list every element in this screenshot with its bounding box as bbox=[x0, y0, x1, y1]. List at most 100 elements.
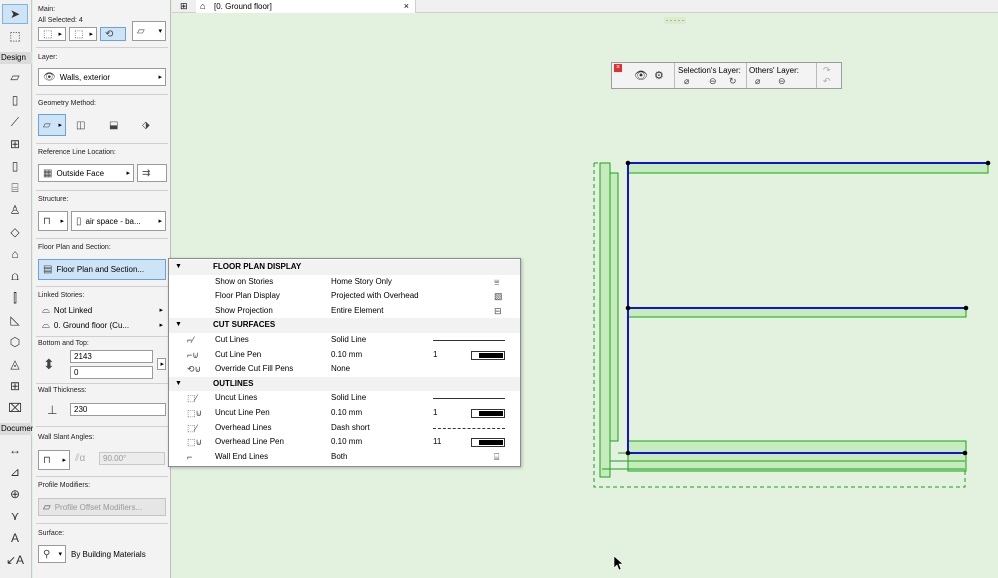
row-cut-line-pen[interactable]: ⌐⊍ Cut Line Pen 0.10 mm 1 bbox=[169, 348, 520, 363]
selection-unlock-icon[interactable]: ↻ bbox=[729, 76, 737, 87]
node-bottom-left[interactable] bbox=[625, 450, 631, 456]
row-show-on-stories[interactable]: Show on Stories Home Story Only ⩸ bbox=[169, 275, 520, 290]
pen-swatch[interactable] bbox=[471, 438, 505, 448]
palette-close-icon[interactable]: × bbox=[614, 64, 622, 72]
bottom-field[interactable]: 0 bbox=[70, 366, 153, 379]
wall-bottom[interactable] bbox=[627, 440, 967, 472]
label-tool-icon[interactable]: ↙A bbox=[2, 550, 28, 570]
top-field[interactable]: 2143 bbox=[70, 350, 153, 363]
node-mid-left[interactable] bbox=[625, 305, 631, 311]
level-dim-tool-icon[interactable]: ⊿ bbox=[2, 462, 28, 482]
tab-list-icon[interactable]: ⊞ bbox=[180, 1, 188, 12]
section-outlines[interactable]: ▼ OUTLINES bbox=[169, 376, 520, 392]
pen-swatch[interactable] bbox=[471, 409, 505, 418]
door-tool-icon[interactable]: ▯ bbox=[2, 156, 28, 176]
wall-top[interactable] bbox=[627, 162, 989, 174]
row-uncut-line-pen[interactable]: ⬚⊍ Uncut Line Pen 0.10 mm 1 bbox=[169, 406, 520, 421]
wall-tool-icon[interactable]: ▱ bbox=[2, 67, 28, 87]
select-mode-button[interactable]: ⬚ ▸ bbox=[38, 27, 66, 41]
geometry-trapezoid-button[interactable]: ⬓ bbox=[105, 114, 131, 136]
others-lock-icon[interactable]: ⊖ bbox=[778, 76, 786, 87]
magic-wand-button[interactable]: ⟲ bbox=[100, 27, 126, 41]
height-options-button[interactable]: ▸ bbox=[157, 358, 166, 370]
layer-dropdown[interactable]: 👁 Walls, exterior ▸ bbox=[38, 68, 166, 86]
selection-lock-icon[interactable]: ⊖ bbox=[709, 76, 717, 87]
section-cut-surfaces[interactable]: ▼ CUT SURFACES bbox=[169, 318, 520, 333]
window-tool-icon[interactable]: ⊞ bbox=[2, 134, 28, 154]
radial-dim-tool-icon[interactable]: ⊕ bbox=[2, 484, 28, 504]
roof-tool-icon[interactable]: ⌂ bbox=[2, 244, 28, 264]
slab-tool-icon[interactable]: ◇ bbox=[2, 222, 28, 242]
eye-icon: 👁 bbox=[43, 71, 56, 83]
structure-dropdown[interactable]: ▯ air space - ba... ▸ bbox=[71, 211, 166, 231]
selection-hide-icon[interactable]: ⌀ bbox=[684, 76, 689, 87]
collapse-triangle-icon[interactable]: ▼ bbox=[175, 318, 182, 333]
row-override-cut-fill-pens[interactable]: ⟲⊍ Override Cut Fill Pens None bbox=[169, 362, 520, 377]
geometry-straight-button[interactable]: ▱ ▸ bbox=[38, 114, 66, 136]
zone-tool-icon[interactable]: ◬ bbox=[2, 354, 28, 374]
section-floor-plan-display[interactable]: ▼ FLOOR PLAN DISPLAY bbox=[169, 260, 520, 275]
row-overhead-line-pen[interactable]: ⬚⊍ Overhead Line Pen 0.10 mm 11 bbox=[169, 435, 520, 450]
text-tool-icon[interactable]: A bbox=[2, 528, 28, 548]
node-top-right[interactable] bbox=[985, 160, 991, 166]
railing-tool-icon[interactable]: ⊞ bbox=[2, 376, 28, 396]
curtain-wall-tool-icon[interactable]: ⫿ bbox=[2, 288, 28, 308]
uncut-pen-icon: ⬚⊍ bbox=[187, 408, 203, 418]
angle-dim-tool-icon[interactable]: ⋎ bbox=[2, 506, 28, 526]
close-icon[interactable]: × bbox=[404, 0, 409, 13]
row-uncut-lines[interactable]: ⬚⁄ Uncut Lines Solid Line bbox=[169, 391, 520, 406]
geometry-polygonal-button[interactable]: ⬗ bbox=[138, 114, 164, 136]
material-icon: ⚲ bbox=[43, 548, 51, 560]
flip-refline-button[interactable]: ⇉ bbox=[137, 164, 167, 182]
row-wall-end-lines[interactable]: ⌐ Wall End Lines Both ⌸ bbox=[169, 450, 520, 465]
pen-swatch[interactable] bbox=[471, 350, 505, 360]
dimension-tool-icon[interactable]: ↔ bbox=[2, 440, 28, 460]
morph-tool-icon[interactable]: ⬡ bbox=[2, 332, 28, 352]
redo-icon[interactable]: ↶ bbox=[823, 76, 831, 87]
linked-top-dropdown[interactable]: ⌓ Not Linked ▸ bbox=[38, 303, 166, 317]
marquee-mode-button[interactable]: ⬚ ▸ bbox=[69, 27, 97, 41]
row-floor-plan-display[interactable]: Floor Plan Display Projected with Overhe… bbox=[169, 289, 520, 304]
show-hide-icon[interactable]: 👁 bbox=[634, 69, 648, 82]
wall-spine[interactable] bbox=[599, 162, 611, 478]
wall-middle[interactable] bbox=[627, 307, 967, 318]
beam-tool-icon[interactable]: ⟋ bbox=[2, 112, 28, 132]
shell-tool-icon[interactable]: ⩍ bbox=[2, 266, 28, 286]
row-cut-lines[interactable]: ⌐⁄ Cut Lines Solid Line bbox=[169, 333, 520, 348]
favorites-button[interactable]: ▱ ▾ bbox=[132, 21, 166, 41]
object-library-icon[interactable]: ⌧ bbox=[2, 398, 28, 418]
arrow-tool-icon[interactable]: ➤ bbox=[2, 4, 28, 24]
others-hide-icon[interactable]: ⌀ bbox=[755, 76, 760, 87]
mouse-cursor-icon bbox=[613, 555, 624, 571]
row-overhead-lines[interactable]: ⬚⁄ Overhead Lines Dash short bbox=[169, 421, 520, 436]
profile-modifiers-button[interactable]: ▱ Profile Offset Modifiers... bbox=[38, 498, 166, 516]
selected-walls[interactable] bbox=[593, 160, 991, 488]
node-mid-right[interactable] bbox=[963, 305, 969, 311]
tab-title: [0. Ground floor] bbox=[214, 2, 272, 11]
stair-tool-icon[interactable]: ♙ bbox=[2, 200, 28, 220]
slant-type-button[interactable]: ⊓ ▸ bbox=[38, 450, 70, 470]
mesh-tool-icon[interactable]: ◺ bbox=[2, 310, 28, 330]
collapse-triangle-icon[interactable]: ▼ bbox=[175, 260, 182, 275]
tab-ground-floor[interactable]: ⌂ [0. Ground floor] × bbox=[196, 0, 416, 13]
profile-value: Profile Offset Modifiers... bbox=[54, 502, 143, 512]
object-tool-icon[interactable]: ⌸ bbox=[2, 178, 28, 198]
undo-icon[interactable]: ↷ bbox=[823, 65, 831, 76]
node-top-left[interactable] bbox=[625, 160, 631, 166]
slant-field[interactable]: 90.00° bbox=[99, 452, 165, 465]
thickness-field[interactable]: 230 bbox=[70, 403, 166, 416]
collapse-triangle-icon[interactable]: ▼ bbox=[175, 377, 182, 392]
node-bottom-right[interactable] bbox=[962, 450, 968, 456]
refline-dropdown[interactable]: ▦ Outside Face ▸ bbox=[38, 164, 134, 182]
structure-type-button[interactable]: ⊓ ▸ bbox=[38, 211, 68, 231]
straight-wall-icon: ▱ bbox=[43, 119, 51, 131]
linked-bottom-dropdown[interactable]: ⌓ 0. Ground floor (Cu... ▸ bbox=[38, 318, 166, 332]
row-show-projection[interactable]: Show Projection Entire Element ⊟ bbox=[169, 304, 520, 319]
surface-type-button[interactable]: ⚲ ▾ bbox=[38, 545, 66, 563]
marquee-tool-icon[interactable]: ⬚ bbox=[2, 26, 28, 46]
geometry-curved-button[interactable]: ◫ bbox=[72, 114, 98, 136]
selection-layer-palette: × 👁 ⚙ Selection's Layer: ⌀ ⊖ ↻ Others' L… bbox=[611, 62, 842, 89]
fps-settings-button[interactable]: ▤ Floor Plan and Section... bbox=[38, 259, 166, 280]
lock-layers-icon[interactable]: ⚙ bbox=[654, 69, 664, 82]
column-tool-icon[interactable]: ▯ bbox=[2, 90, 28, 110]
